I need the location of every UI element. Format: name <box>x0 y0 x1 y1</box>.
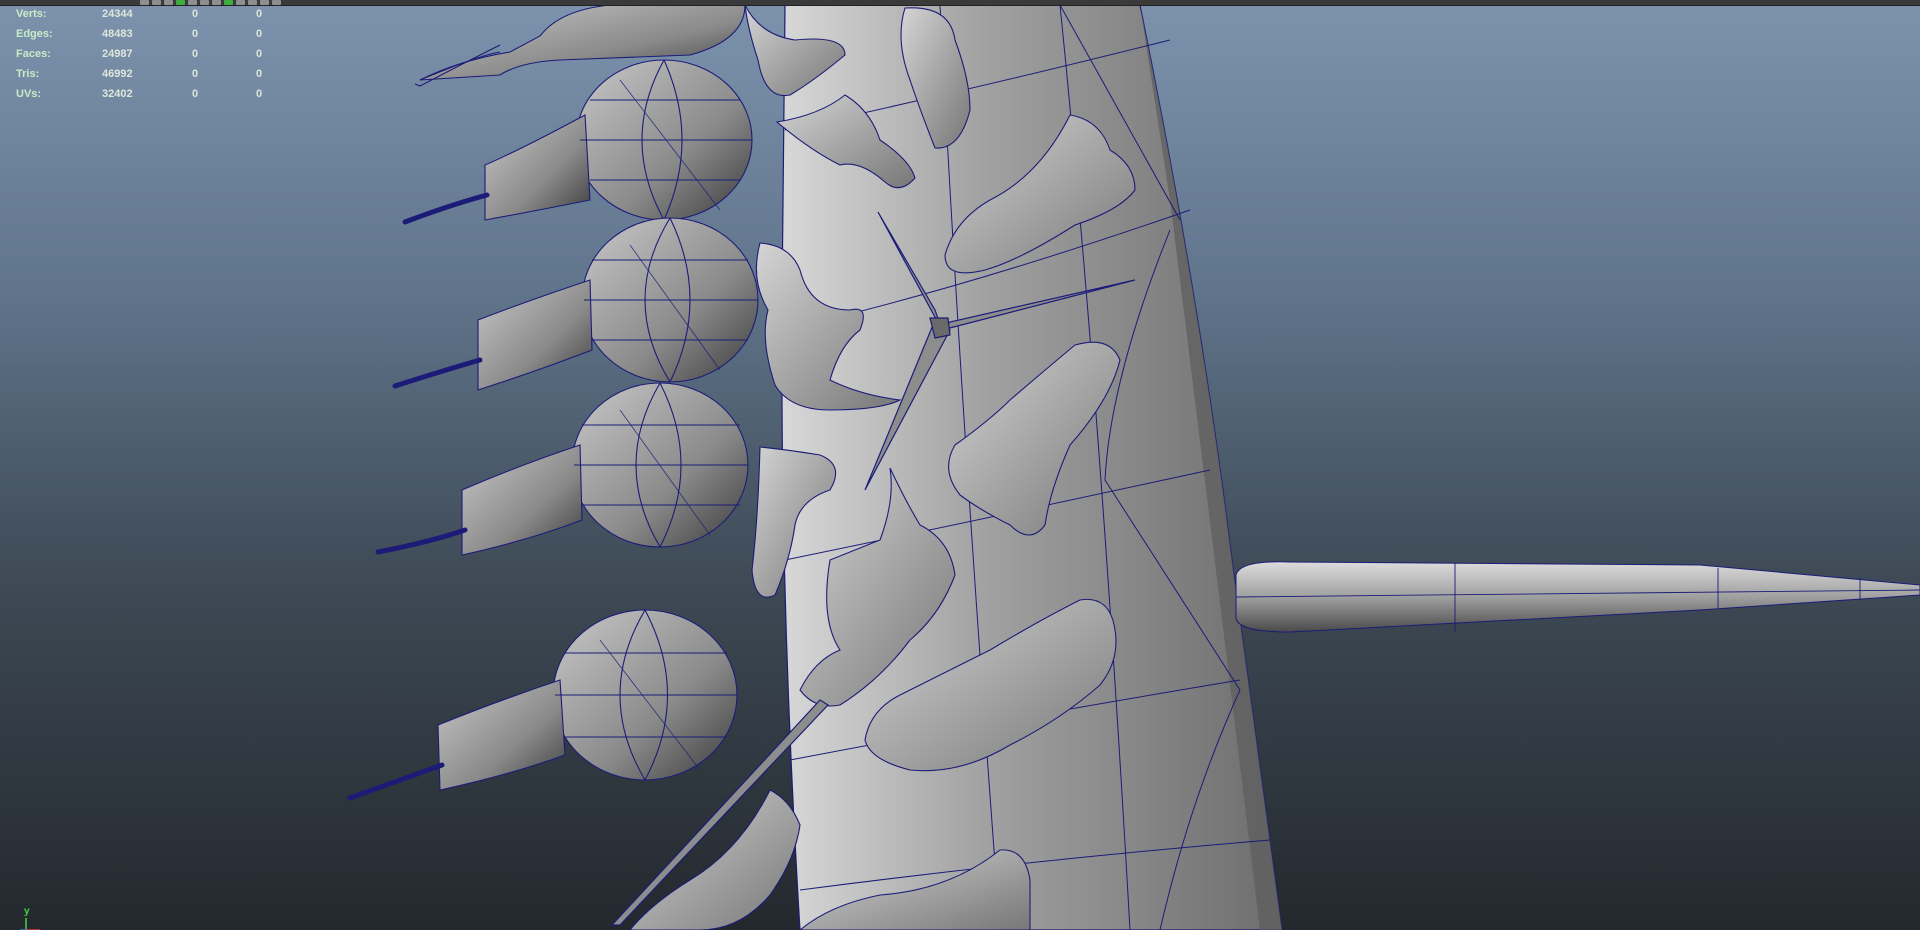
shadows-icon[interactable] <box>260 0 269 5</box>
hud-value: 0 <box>192 48 199 60</box>
3d-viewport[interactable]: Verts: 24344 0 0 Edges: 48483 0 0 Faces:… <box>0 0 1920 930</box>
camera-icon[interactable] <box>176 0 185 5</box>
hud-value: 0 <box>192 88 199 100</box>
hud-value: 0 <box>256 8 263 20</box>
paint-icon[interactable] <box>164 0 173 5</box>
select-icon[interactable] <box>140 0 149 5</box>
hud-value: 0 <box>256 48 263 60</box>
hud-value: 32402 <box>102 88 133 100</box>
xray-icon[interactable] <box>236 0 245 5</box>
viewport-toolbar <box>0 0 1920 6</box>
hud-value: 0 <box>256 68 263 80</box>
hud-label: Tris: <box>16 68 40 80</box>
lights-icon[interactable] <box>248 0 257 5</box>
hud-label: Faces: <box>16 48 51 60</box>
hud-value: 0 <box>192 68 199 80</box>
hud-value: 48483 <box>102 28 133 40</box>
horn-mesh[interactable] <box>1235 561 1920 633</box>
grid-icon[interactable] <box>188 0 197 5</box>
hud-value: 0 <box>256 88 263 100</box>
hud-value: 0 <box>192 28 199 40</box>
scene-render[interactable] <box>0 0 1920 930</box>
hud-value: 0 <box>192 8 199 20</box>
isolate-icon[interactable] <box>224 0 233 5</box>
textures-icon[interactable] <box>272 0 281 5</box>
lasso-icon[interactable] <box>152 0 161 5</box>
axis-icon <box>20 918 40 930</box>
shading-icon[interactable] <box>200 0 209 5</box>
hud-label: Edges: <box>16 28 53 40</box>
hud-value: 24987 <box>102 48 133 60</box>
hud-value: 24344 <box>102 8 133 20</box>
hud-label: UVs: <box>16 88 42 100</box>
hud-value: 0 <box>256 28 263 40</box>
wireframe-icon[interactable] <box>212 0 221 5</box>
hud-value: 46992 <box>102 68 133 80</box>
hud-label: Verts: <box>16 8 47 20</box>
bulb-group[interactable] <box>347 4 759 801</box>
view-axis-gizmo: y <box>18 906 58 930</box>
